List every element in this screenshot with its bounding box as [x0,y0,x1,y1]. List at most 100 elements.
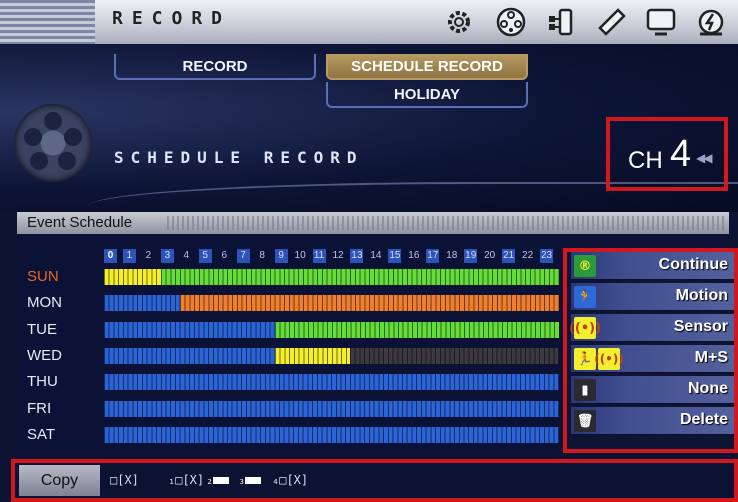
hour-label: 18 [446,250,458,261]
day-label-fri[interactable]: FRI [27,400,77,417]
panel-header: Event Schedule [17,212,729,234]
trash-icon: 🗑 [574,410,596,432]
mode-sensor-button[interactable]: ((•)) Sensor [569,314,734,342]
copy-bar-icon [213,477,230,484]
mode-label: Continue [658,256,728,273]
film-reel-logo-icon [14,104,92,182]
hour-label: 11 [312,249,326,263]
tab-holiday[interactable]: HOLIDAY [326,82,528,108]
hour-label: 5 [198,249,212,263]
title-stripes [0,0,95,44]
mode-selector: ® Continue 🏃 Motion ((•)) Sensor 🏃 ((•))… [563,248,738,453]
copy-bar: Copy □[X] ₁□[X] ₂ ₃ ₄□[X] [11,459,738,502]
schedule-row-tue[interactable] [104,321,559,338]
hour-label: 3 [160,249,174,263]
hour-label: 0 [104,249,117,263]
gear-icon[interactable] [442,6,476,38]
motion-icon: 🏃 [574,348,596,370]
hour-label: 22 [522,250,534,261]
schedule-row-fri[interactable] [104,400,559,417]
mode-none-button[interactable]: ▮ None [571,376,734,404]
copy-target-number: ₃ [238,473,246,487]
mode-motion-sensor-button[interactable]: 🏃 ((•)) M+S [571,345,734,373]
day-label-mon[interactable]: MON [27,294,77,311]
day-label-tue[interactable]: TUE [27,321,77,338]
mode-motion-button[interactable]: 🏃 Motion [571,283,734,311]
channel-arrows-icon[interactable]: ◀◀ [696,151,713,165]
hour-label: 10 [294,250,306,261]
copy-button[interactable]: Copy [19,465,100,496]
tab-record[interactable]: RECORD [114,54,316,80]
schedule-segment-blue[interactable] [104,374,559,391]
hour-label: 12 [332,250,344,261]
hour-label: 19 [464,249,478,263]
hour-label: 23 [540,249,554,263]
panel-title: Event Schedule [27,214,133,231]
title-bar: RECORD [0,0,738,44]
schedule-segment-blue[interactable] [104,400,559,417]
sensor-icon: ((•)) [594,348,624,370]
mode-delete-button[interactable]: 🗑 Delete [571,407,734,435]
day-label-sun[interactable]: SUN [27,268,77,285]
copy-target-2[interactable]: ₂ [206,473,230,487]
hour-label: 15 [388,249,402,263]
copy-target[interactable]: □[X] [110,473,139,487]
copy-target[interactable]: ₄□[X] [272,473,308,487]
schedule-segment-blue[interactable] [104,295,180,312]
hour-label: 4 [183,250,190,261]
schedule-row-thu[interactable] [104,374,559,391]
copy-target-3[interactable]: ₃ [238,473,262,487]
copy-bar-icon [245,477,262,484]
schedule-row-mon[interactable] [104,295,559,312]
screen: RECORD RECORD SCHEDULE RECORD HOLIDAY SC… [0,0,738,502]
hour-label: 13 [350,249,364,263]
none-icon: ▮ [574,379,596,401]
hour-label: 20 [484,250,496,261]
schedule-segment-blue[interactable] [104,321,275,338]
hour-label: 21 [502,249,516,263]
day-label-thu[interactable]: THU [27,373,77,390]
section-title: SCHEDULE RECORD [114,148,364,167]
mode-label: M+S [694,349,728,366]
schedule-row-wed[interactable] [104,347,559,364]
schedule-segment-blue[interactable] [104,347,275,364]
schedule-segment-motion[interactable] [179,295,559,312]
schedule-segment-green[interactable] [160,269,559,285]
monitor-icon[interactable] [644,6,678,38]
mode-label: Sensor [673,318,728,335]
continue-icon: ® [574,255,596,277]
channel-selector[interactable]: CH 4 ◀◀ [606,117,728,191]
sensor-icon: ((•)) [569,317,601,339]
mode-continue-button[interactable]: ® Continue [571,252,734,280]
hour-label: 8 [259,250,265,261]
schedule-row-sun[interactable] [104,269,559,285]
day-label-sat[interactable]: SAT [27,426,77,443]
schedule-segment-green[interactable] [274,321,559,338]
channel-number: 4 [670,133,692,175]
hour-label: 1 [122,249,136,263]
power-icon[interactable] [694,6,728,38]
copy-target[interactable]: ₁□[X] [168,473,204,487]
window-title: RECORD [112,8,232,29]
hour-label: 14 [370,250,382,261]
schedule-segment-continue[interactable] [104,269,161,285]
day-label-wed[interactable]: WED [27,347,77,364]
copy-target-number: ₂ [206,473,214,487]
mode-label: None [688,380,728,397]
mode-label: Delete [679,411,728,428]
hour-label: 9 [274,249,288,263]
schedule-segment-none[interactable] [350,347,559,364]
panel-grip [167,216,727,230]
network-icon[interactable] [544,6,578,38]
schedule-row-sat[interactable] [104,426,559,443]
film-reel-icon[interactable] [494,6,528,38]
hour-label: 7 [236,249,250,263]
hour-label: 17 [426,249,440,263]
usb-icon[interactable] [594,6,628,38]
schedule-segment-continue[interactable] [274,347,351,364]
schedule-segment-blue[interactable] [104,426,559,443]
mode-label: Motion [675,287,728,304]
hour-label: 2 [145,250,152,261]
tab-schedule-record[interactable]: SCHEDULE RECORD [326,54,528,80]
hour-label: 6 [221,250,228,261]
